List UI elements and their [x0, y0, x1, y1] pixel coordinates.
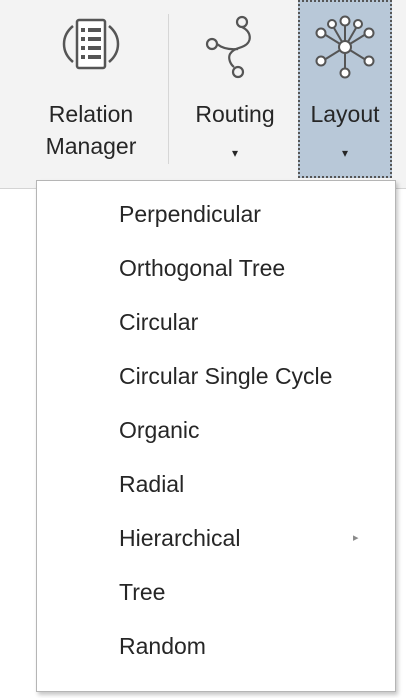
- menu-item-label: Random: [119, 633, 206, 659]
- layout-dropdown-caret: ▾: [341, 146, 349, 160]
- menu-item-label: Hierarchical: [119, 525, 241, 551]
- layout-dropdown-menu: Perpendicular Orthogonal Tree Circular C…: [36, 180, 396, 692]
- routing-dropdown-caret: ▾: [231, 146, 239, 160]
- ribbon: Relation Manager Routing ▾ Layout ▾: [0, 0, 406, 189]
- submenu-arrow-icon: ▸: [353, 532, 359, 544]
- menu-item-circular[interactable]: Circular: [37, 295, 395, 349]
- relation-manager-button[interactable]: Relation Manager: [20, 0, 162, 178]
- layout-button[interactable]: Layout ▾: [298, 0, 392, 178]
- layout-icon: [310, 14, 380, 85]
- menu-item-label: Circular: [119, 309, 199, 335]
- relation-manager-label-line2: Manager: [45, 133, 137, 159]
- menu-item-hierarchical[interactable]: Hierarchical ▸: [37, 511, 395, 565]
- menu-item-label: Radial: [119, 471, 185, 497]
- menu-item-label: Circular Single Cycle: [119, 363, 333, 389]
- relation-manager-icon: [59, 14, 123, 79]
- layout-label: Layout: [310, 101, 380, 127]
- menu-item-label: Organic: [119, 417, 200, 443]
- routing-button[interactable]: Routing ▾: [176, 0, 294, 178]
- menu-item-perpendicular[interactable]: Perpendicular: [37, 187, 395, 241]
- routing-icon: [200, 14, 270, 85]
- menu-item-label: Perpendicular: [119, 201, 261, 227]
- menu-item-tree[interactable]: Tree: [37, 565, 395, 619]
- menu-item-circular-single-cycle[interactable]: Circular Single Cycle: [37, 349, 395, 403]
- menu-item-label: Orthogonal Tree: [119, 255, 286, 281]
- ribbon-separator: [168, 14, 169, 164]
- relation-manager-label-line1: Relation: [48, 101, 134, 127]
- menu-item-organic[interactable]: Organic: [37, 403, 395, 457]
- menu-item-random[interactable]: Random: [37, 619, 395, 673]
- menu-item-radial[interactable]: Radial: [37, 457, 395, 511]
- menu-item-orthogonal-tree[interactable]: Orthogonal Tree: [37, 241, 395, 295]
- routing-label: Routing: [195, 101, 275, 127]
- menu-item-label: Tree: [119, 579, 166, 605]
